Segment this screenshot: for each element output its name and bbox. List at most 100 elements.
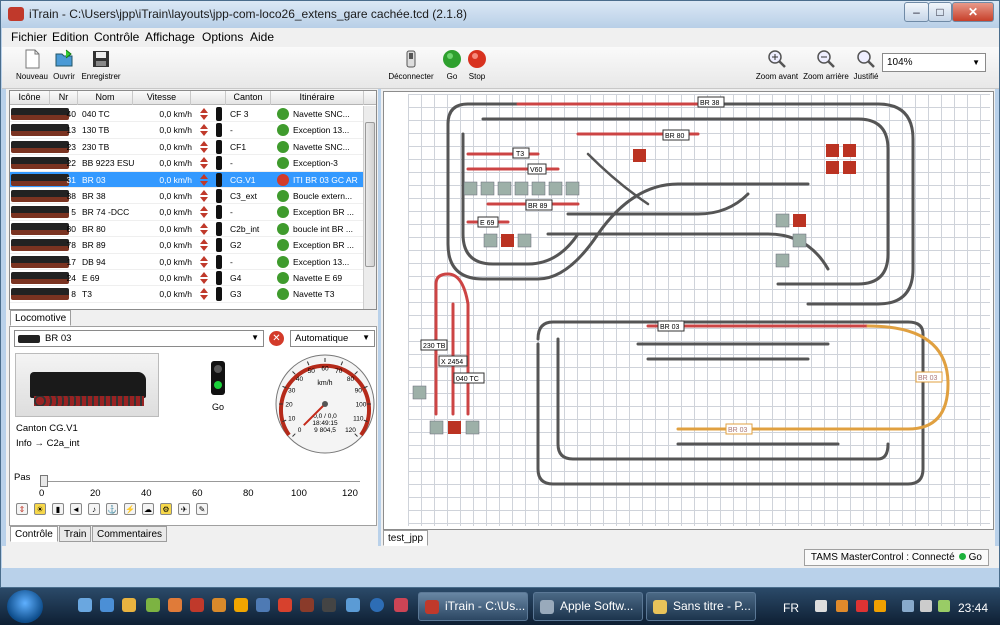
track-layout-view[interactable]: BR 38 BR 80 T3 V60 BR 89 E 69 230 TB X 2… [383,91,994,530]
play-route-icon[interactable] [277,157,289,170]
minimize-button[interactable]: – [904,2,929,22]
play-route-icon[interactable] [277,108,289,120]
table-row[interactable]: 22 BB 9223 ESU 0,0 km/h - Exception-3 [10,155,364,172]
direction-icon[interactable] [200,124,208,137]
direction-icon[interactable] [200,190,208,202]
media-icon[interactable] [122,598,136,612]
whistle-icon[interactable]: ✈ [178,503,190,515]
table-row[interactable]: 24 E 69 0,0 km/h G4 Navette E 69 [10,270,364,287]
table-row[interactable]: 17 DB 94 0,0 km/h - Exception 13... [10,254,364,270]
task-itrain[interactable]: iTrain - C:\Us... [418,592,528,621]
ie-icon[interactable] [100,598,114,612]
fit-button[interactable]: Justifié [852,49,880,81]
maximize-button[interactable]: □ [928,2,952,22]
direction-icon[interactable] [200,173,208,186]
app-icon[interactable] [168,598,182,612]
app-icon[interactable] [190,598,204,612]
scrollbar-thumb[interactable] [365,122,375,267]
disconnect-button[interactable]: Déconnecter [386,49,436,81]
play-route-icon[interactable] [277,190,289,202]
direction-icon[interactable] [200,239,208,252]
direction-icon[interactable] [200,140,208,153]
col-icone[interactable]: Icône [10,91,50,105]
play-route-icon[interactable] [277,222,289,235]
light-icon[interactable]: ☀ [34,503,46,515]
table-row[interactable]: 13 130 TB 0,0 km/h - Exception 13... [10,122,364,139]
clear-selection-icon[interactable]: ✕ [269,331,284,346]
locomotive-select[interactable]: BR 03 ▼ [14,330,264,347]
menu-fichier[interactable]: Fichier [11,30,47,44]
volume-icon[interactable] [920,600,932,612]
task-apple-software[interactable]: Apple Softw... [533,592,643,621]
menu-controle[interactable]: Contrôle [94,30,139,44]
track-grid[interactable]: BR 38 BR 80 T3 V60 BR 89 E 69 230 TB X 2… [408,94,990,526]
smoke-icon[interactable]: ☁ [142,503,154,515]
direction-icon[interactable] [200,222,208,235]
tray-app-icon[interactable] [874,600,886,612]
skype-icon[interactable] [370,598,384,612]
tools-icon[interactable]: ✎ [196,503,208,515]
speed-slider[interactable] [40,475,360,487]
direction-icon[interactable]: ⇕ [16,503,28,515]
menu-edition[interactable]: Edition [52,30,89,44]
stop-route-icon[interactable] [277,173,289,186]
play-route-icon[interactable] [277,206,289,219]
table-scrollbar[interactable] [363,106,376,309]
power-icon[interactable] [938,600,950,612]
zoom-in-button[interactable]: Zoom avant [754,49,800,81]
folder-icon[interactable] [146,598,160,612]
col-canton[interactable]: Canton [226,91,271,105]
go-button[interactable]: Go [442,49,462,81]
stop-button[interactable]: Stop [465,49,489,81]
chart-icon[interactable]: ⚡ [124,503,136,515]
language-indicator[interactable]: FR [783,601,799,615]
play-route-icon[interactable] [277,288,289,301]
tab-locomotive[interactable]: Locomotive [10,310,72,326]
tray-app-icon[interactable] [856,600,868,612]
start-button[interactable] [7,590,43,623]
app-icon[interactable] [394,598,408,612]
app-icon[interactable] [346,598,360,612]
menu-options[interactable]: Options [202,30,243,44]
app-icon[interactable] [300,598,314,612]
network-icon[interactable] [902,600,914,612]
direction-icon[interactable] [200,272,208,284]
app-icon[interactable] [212,598,226,612]
slider-knob[interactable] [40,475,48,487]
save-button[interactable]: Enregistrer [80,49,122,81]
tab-test-jpp[interactable]: test_jpp [383,530,429,546]
tab-commentaires[interactable]: Commentaires [92,526,168,542]
horn-icon[interactable]: ◄ [70,503,82,515]
table-row[interactable]: 38 BR 38 0,0 km/h C3_ext Boucle extern... [10,188,364,205]
tray-app-icon[interactable] [836,600,848,612]
open-button[interactable]: Ouvrir [50,49,78,81]
play-route-icon[interactable] [277,272,289,284]
direction-icon[interactable] [200,157,208,170]
shunting-icon[interactable]: ⚙ [160,503,172,515]
menu-affichage[interactable]: Affichage [145,30,195,44]
col-dir[interactable] [191,91,226,105]
tab-controle[interactable]: Contrôle [10,526,58,542]
show-desktop-icon[interactable] [78,598,92,612]
coupler-icon[interactable]: ⚓ [106,503,118,515]
new-button[interactable]: Nouveau [14,49,50,81]
play-route-icon[interactable] [277,124,289,137]
play-route-icon[interactable] [277,255,289,268]
table-row[interactable]: 23 230 TB 0,0 km/h CF1 Navette SNC... [10,139,364,156]
app-icon[interactable] [234,598,248,612]
table-row[interactable]: 80 BR 80 0,0 km/h C2b_int boucle int BR ... [10,221,364,238]
clock[interactable]: 23:44 [958,601,988,615]
sound-icon[interactable]: ♪ [88,503,100,515]
col-nr[interactable]: Nr [50,91,78,105]
tray-arrow-icon[interactable] [815,600,827,612]
app-icon[interactable] [322,598,336,612]
play-route-icon[interactable] [277,140,289,153]
table-row[interactable]: 31 BR 03 0,0 km/h CG.V1 ITI BR 03 GC AR [10,171,364,188]
zoom-level-select[interactable]: 104% ▼ [882,53,986,72]
direction-icon[interactable] [200,108,208,120]
menu-aide[interactable]: Aide [250,30,274,44]
col-nom[interactable]: Nom [78,91,133,105]
app-icon[interactable] [278,598,292,612]
direction-icon[interactable] [200,255,208,268]
table-row[interactable]: 8 T3 0,0 km/h G3 Navette T3 [10,286,364,303]
